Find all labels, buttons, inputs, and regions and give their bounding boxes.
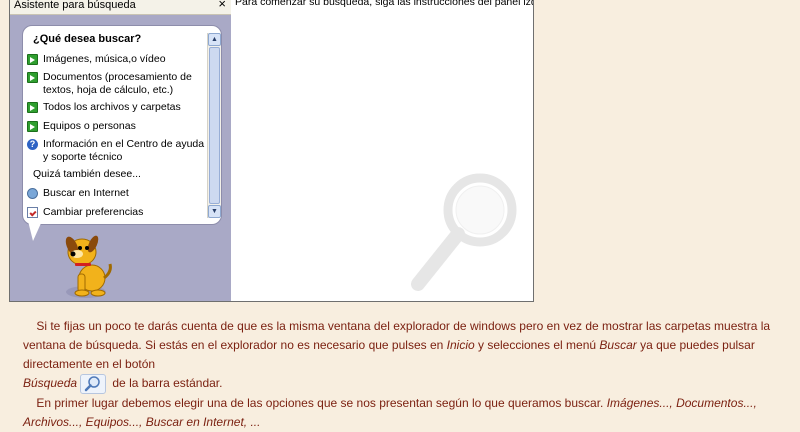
- article-emphasis: Buscar: [599, 338, 637, 352]
- option-label: Información en el Centro de ayuda y sopo…: [43, 138, 204, 163]
- option-label: Todos los archivos y carpetas: [43, 101, 181, 113]
- scroll-up-icon[interactable]: ▲: [208, 33, 221, 46]
- option-label-line1: Información en el Centro de ayuda: [43, 138, 205, 150]
- article-emphasis: Inicio: [446, 338, 475, 352]
- help-icon: ?: [27, 139, 38, 150]
- option-label: Buscar en Internet: [43, 187, 129, 199]
- pane-header: Asistente para búsqueda ×: [10, 0, 231, 15]
- option-label: Documentos (procesamiento de textos, hoj…: [43, 71, 192, 96]
- green-arrow-icon: [27, 121, 38, 132]
- dog-assistant-icon[interactable]: [58, 230, 114, 300]
- question-heading: ¿Qué desea buscar?: [33, 33, 142, 45]
- search-toolbar-button-icon: [80, 374, 107, 394]
- search-window-screenshot: Asistente para búsqueda × ¿Qué desea bus…: [9, 0, 534, 302]
- article-text: En primer lugar debemos elegir una de la…: [36, 396, 607, 410]
- scroll-down-icon[interactable]: ▼: [208, 205, 221, 218]
- option-label: Imágenes, música,o vídeo: [43, 53, 166, 65]
- article-emphasis: Búsqueda: [23, 376, 78, 391]
- option-label-line2: textos, hoja de cálculo, etc.): [43, 83, 174, 96]
- green-arrow-icon: [27, 54, 38, 65]
- close-icon[interactable]: ×: [218, 0, 226, 11]
- globe-search-icon: [27, 188, 38, 199]
- search-assistant-pane: Asistente para búsqueda × ¿Qué desea bus…: [10, 0, 231, 301]
- article-paragraph-2: En primer lugar debemos elegir una de la…: [23, 394, 800, 432]
- article-text: y selecciones el menú: [474, 338, 600, 352]
- bubble-tail: [28, 221, 42, 241]
- magnifier-icon: [411, 173, 517, 291]
- preferences-icon: [27, 207, 38, 218]
- option-label-line1: Documentos (procesamiento de: [43, 71, 192, 83]
- option-label: Equipos o personas: [43, 120, 136, 132]
- maybe-also-label: Quizá también desee...: [33, 168, 141, 180]
- article-paragraph-1: Si te fijas un poco te darás cuenta de q…: [23, 317, 800, 394]
- article-text: de la barra estándar.: [109, 376, 223, 391]
- option-label: Cambiar preferencias: [43, 206, 144, 218]
- green-arrow-icon: [27, 72, 38, 83]
- green-arrow-icon: [27, 102, 38, 113]
- assistant-bubble: ¿Qué desea buscar? Imágenes, música,o ví…: [22, 25, 222, 225]
- scroll-thumb[interactable]: [209, 47, 220, 204]
- results-pane: Para comenzar su búsqueda, siga las inst…: [232, 0, 533, 301]
- pane-title: Asistente para búsqueda: [14, 0, 136, 11]
- results-instruction: Para comenzar su búsqueda, siga las inst…: [235, 0, 533, 8]
- option-label-line2: y soporte técnico: [43, 150, 123, 163]
- bubble-scrollbar[interactable]: ▲ ▼: [207, 33, 221, 218]
